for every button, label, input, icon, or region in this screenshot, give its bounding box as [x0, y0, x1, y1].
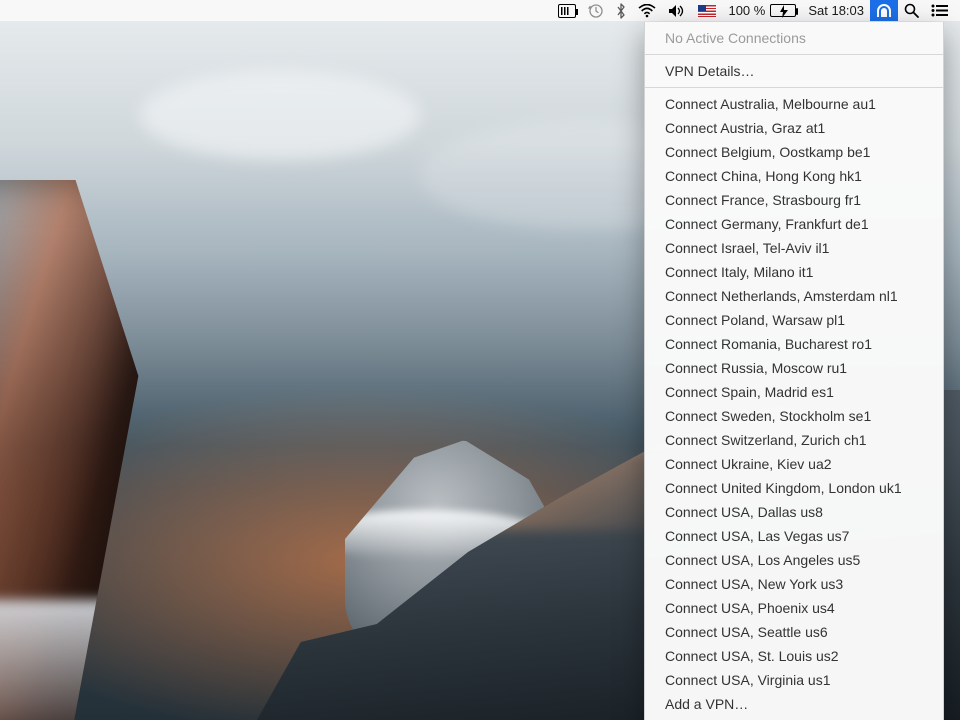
menu-vpn-details[interactable]: VPN Details…	[645, 59, 943, 83]
clock-menu-extra[interactable]: Sat 18:03	[802, 0, 870, 21]
menu-connection-item[interactable]: Connect Australia, Melbourne au1	[645, 92, 943, 116]
menu-connection-item[interactable]: Connect Romania, Bucharest ro1	[645, 332, 943, 356]
menu-connection-item[interactable]: Connect China, Hong Kong hk1	[645, 164, 943, 188]
tunnel-icon	[876, 3, 892, 19]
menu-connection-item[interactable]: Connect USA, St. Louis us2	[645, 644, 943, 668]
menu-add-vpn[interactable]: Add a VPN…	[645, 692, 943, 716]
menu-connection-item[interactable]: Connect Ukraine, Kiev ua2	[645, 452, 943, 476]
menu-separator	[645, 87, 943, 88]
timemachine-menu-extra[interactable]	[582, 0, 610, 21]
volume-icon	[668, 4, 686, 18]
cloud-decoration	[140, 70, 420, 160]
menu-status: No Active Connections	[645, 26, 943, 50]
menu-connection-item[interactable]: Connect France, Strasbourg fr1	[645, 188, 943, 212]
spotlight-menu-extra[interactable]	[898, 0, 925, 21]
battery-menu-extra[interactable]	[552, 0, 582, 21]
menu-connection-item[interactable]: Connect Spain, Madrid es1	[645, 380, 943, 404]
clock-backup-icon	[588, 3, 604, 19]
menu-connection-item[interactable]: Connect USA, Phoenix us4	[645, 596, 943, 620]
menu-connection-item[interactable]: Connect Russia, Moscow ru1	[645, 356, 943, 380]
input-source-menu-extra[interactable]	[692, 0, 722, 21]
menu-connection-item[interactable]: Connect USA, New York us3	[645, 572, 943, 596]
menu-connection-item[interactable]: Connect USA, Los Angeles us5	[645, 548, 943, 572]
bluetooth-menu-extra[interactable]	[610, 0, 632, 21]
menu-connection-item[interactable]: Connect Austria, Graz at1	[645, 116, 943, 140]
menu-connection-item[interactable]: Connect USA, Dallas us8	[645, 500, 943, 524]
menu-connection-item[interactable]: Connect USA, Las Vegas us7	[645, 524, 943, 548]
list-icon	[931, 4, 948, 17]
notification-center-menu-extra[interactable]	[925, 0, 954, 21]
volume-menu-extra[interactable]	[662, 0, 692, 21]
battery-charging-icon	[770, 4, 796, 17]
battery-percent[interactable]: 100 %	[722, 0, 802, 21]
wifi-icon	[638, 4, 656, 18]
clock-label: Sat 18:03	[808, 3, 864, 18]
bluetooth-icon	[616, 3, 626, 19]
menu-connection-item[interactable]: Connect Belgium, Oostkamp be1	[645, 140, 943, 164]
menu-separator	[645, 54, 943, 55]
system-menubar: 100 % Sat 18:03	[0, 0, 960, 22]
menu-connection-item[interactable]: Connect USA, Seattle us6	[645, 620, 943, 644]
menu-connection-item[interactable]: Connect Netherlands, Amsterdam nl1	[645, 284, 943, 308]
battery-icon	[558, 4, 576, 18]
menu-connection-item[interactable]: Connect United Kingdom, London uk1	[645, 476, 943, 500]
wifi-menu-extra[interactable]	[632, 0, 662, 21]
menu-connection-item[interactable]: Connect Poland, Warsaw pl1	[645, 308, 943, 332]
tunnelblick-menu: No Active Connections VPN Details… Conne…	[644, 22, 944, 720]
search-icon	[904, 3, 919, 18]
tunnelblick-menu-extra[interactable]	[870, 0, 898, 21]
menu-connection-item[interactable]: Connect Germany, Frankfurt de1	[645, 212, 943, 236]
menu-connection-item[interactable]: Connect Israel, Tel-Aviv il1	[645, 236, 943, 260]
menu-connection-item[interactable]: Connect Italy, Milano it1	[645, 260, 943, 284]
menu-connection-item[interactable]: Connect USA, Virginia us1	[645, 668, 943, 692]
battery-percent-label: 100 %	[728, 3, 765, 18]
menu-connection-item[interactable]: Connect Sweden, Stockholm se1	[645, 404, 943, 428]
menu-connection-item[interactable]: Connect Switzerland, Zurich ch1	[645, 428, 943, 452]
flag-us-icon	[698, 5, 716, 17]
